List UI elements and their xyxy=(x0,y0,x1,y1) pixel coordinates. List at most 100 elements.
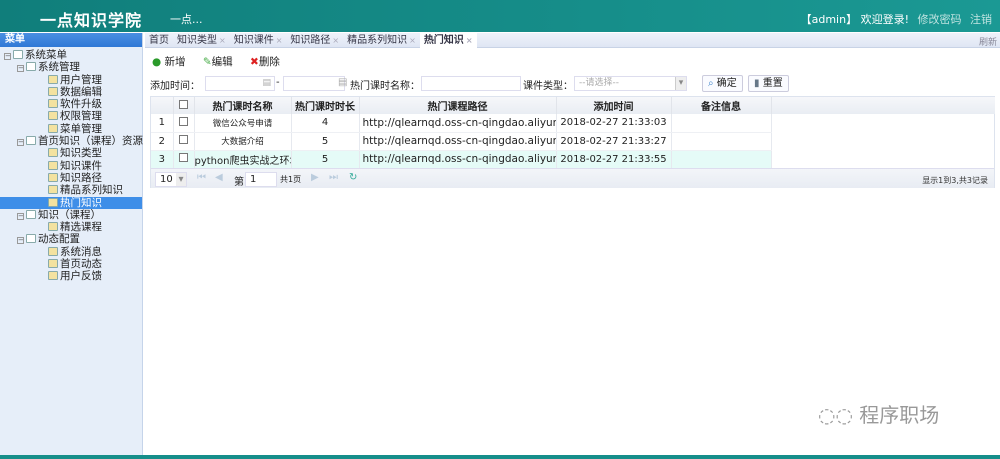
tab[interactable]: 精品系列知识 × xyxy=(343,33,420,48)
end-date-input[interactable] xyxy=(283,76,345,91)
folder-icon xyxy=(26,234,36,244)
row-checkbox xyxy=(173,114,195,133)
row-number: 1 xyxy=(151,114,174,133)
collapse-icon[interactable]: − xyxy=(17,237,24,245)
logout-link[interactable]: 注销 xyxy=(970,13,992,26)
sidebar-item[interactable]: − 系统管理 xyxy=(0,61,142,73)
collapse-icon[interactable]: − xyxy=(4,53,11,60)
sidebar-item[interactable]: 系统消息 xyxy=(0,246,142,258)
sidebar: 菜单 − 系统菜单 − 系统管理 用户管理 数据编辑 软件升级 权限管理 菜单管理 − 首页知识（课… xyxy=(0,33,143,455)
edit-label: 编辑 xyxy=(211,56,233,68)
col-name[interactable]: 热门课时名称 xyxy=(194,97,292,114)
sidebar-item-label: 知识（课程） xyxy=(38,208,101,221)
sidebar-item-label: 首页知识（课程）资源 xyxy=(38,135,143,148)
reset-button[interactable]: ▮ 重置 xyxy=(748,75,789,92)
checkbox[interactable] xyxy=(179,135,188,144)
app-header: 一点知识学院 一点... 【admin】 欢迎登录! 修改密码 注销 xyxy=(0,0,1000,32)
sidebar-item[interactable]: 用户管理 xyxy=(0,74,142,86)
welcome-text: 欢迎登录! xyxy=(860,13,909,26)
page-icon xyxy=(48,259,58,269)
change-password-link[interactable]: 修改密码 xyxy=(918,13,962,26)
watermark: ◌◌ 程序职场 xyxy=(818,399,939,428)
sidebar-item[interactable]: − 知识（课程） xyxy=(0,209,142,221)
collapse-icon[interactable]: − xyxy=(17,139,24,147)
next-page-icon[interactable]: ▶ xyxy=(311,172,319,183)
sidebar-item[interactable]: 权限管理 xyxy=(0,110,142,122)
close-icon[interactable]: × xyxy=(276,36,283,45)
confirm-button[interactable]: ⌕ 确定 xyxy=(702,75,743,92)
close-icon[interactable]: × xyxy=(332,36,339,45)
sidebar-item[interactable]: 首页动态 xyxy=(0,258,142,270)
sidebar-item[interactable]: 知识课件 xyxy=(0,160,142,172)
sidebar-item-label: 知识类型 xyxy=(60,147,102,160)
page-input[interactable]: 1 xyxy=(245,172,277,187)
sidebar-item-label: 数据编辑 xyxy=(60,85,102,98)
checkbox[interactable] xyxy=(179,153,188,162)
refresh-link[interactable]: 刷新 xyxy=(979,35,997,48)
page-icon xyxy=(48,99,58,109)
cell-duration: 5 xyxy=(291,150,360,169)
col-duration[interactable]: 热门课时时长 xyxy=(291,97,360,114)
sidebar-item[interactable]: 菜单管理 xyxy=(0,123,142,135)
tab[interactable]: 首页 xyxy=(145,33,173,48)
cell-time: 2018-02-27 21:33:55 xyxy=(556,150,672,169)
tab[interactable]: 知识课件 × xyxy=(230,33,287,48)
last-page-icon[interactable]: ⏭ xyxy=(329,172,338,183)
select-all-checkbox[interactable] xyxy=(179,99,188,109)
tab-bar: 首页 知识类型 × 知识课件 × 知识路径 × 精品系列知识 × 热门知识 × 刷新 xyxy=(145,33,1000,48)
cell-time: 2018-02-27 21:33:27 xyxy=(556,132,672,151)
tab-label: 首页 xyxy=(149,35,169,46)
page-size-select[interactable]: 10 ▾ xyxy=(155,172,187,187)
tab[interactable]: 知识类型 × xyxy=(173,33,230,48)
first-page-icon[interactable]: ⏮ xyxy=(197,172,206,183)
close-icon[interactable]: × xyxy=(466,36,473,45)
col-path[interactable]: 热门课程路径 xyxy=(359,97,557,114)
table-row[interactable]: 1 微信公众号申请 4 http://qlearnqd.oss-cn-qingdao.… xyxy=(151,114,772,133)
sidebar-item-label: 菜单管理 xyxy=(60,122,102,135)
sidebar-item[interactable]: − 动态配置 xyxy=(0,233,142,245)
tab[interactable]: 热门知识 × xyxy=(419,33,477,48)
sidebar-item[interactable]: 知识类型 xyxy=(0,147,142,159)
sidebar-item[interactable]: 软件升级 xyxy=(0,98,142,110)
sidebar-item[interactable]: 精品系列知识 xyxy=(0,184,142,196)
page-icon xyxy=(48,222,58,232)
checkbox[interactable] xyxy=(179,116,188,126)
table-row[interactable]: 3 python爬虫实战之环境 5 http://qlearnqd.oss-cn-qi… xyxy=(151,150,772,169)
sidebar-item-label: 精选课程 xyxy=(60,221,102,234)
tab[interactable]: 知识路径 × xyxy=(286,33,343,48)
type-select[interactable]: --请选择-- ▾ xyxy=(574,76,687,91)
prev-page-icon[interactable]: ◀ xyxy=(215,172,223,183)
collapse-icon[interactable]: − xyxy=(17,212,24,220)
collapse-icon[interactable]: − xyxy=(17,65,24,73)
cell-note xyxy=(671,150,772,169)
edit-button[interactable]: ✎编辑 xyxy=(203,56,233,68)
sidebar-item[interactable]: 热门知识 xyxy=(0,196,142,209)
bottom-bar xyxy=(0,455,1000,459)
close-icon[interactable]: × xyxy=(219,36,226,45)
sidebar-item[interactable]: 知识路径 xyxy=(0,172,142,184)
header-fill xyxy=(771,97,995,114)
sidebar-item-label: 系统菜单 xyxy=(25,49,67,61)
delete-button[interactable]: ✖删除 xyxy=(250,56,280,68)
sidebar-item[interactable]: − 首页知识（课程）资源 xyxy=(0,135,143,148)
start-date-input[interactable]: ▤ xyxy=(205,76,275,91)
page-icon xyxy=(48,271,58,281)
name-input[interactable] xyxy=(421,76,521,91)
cell-name: 微信公众号申请 xyxy=(194,114,292,133)
sidebar-item[interactable]: 精选课程 xyxy=(0,221,142,233)
tab-label: 知识路径 xyxy=(290,35,331,46)
cell-duration: 5 xyxy=(291,132,360,151)
col-note[interactable]: 备注信息 xyxy=(671,97,772,114)
col-time[interactable]: 添加时间 xyxy=(556,97,672,114)
sidebar-item[interactable]: 数据编辑 xyxy=(0,86,142,98)
trash-icon: ▮ xyxy=(754,78,760,89)
type-placeholder: --请选择-- xyxy=(579,78,619,88)
add-button[interactable]: ● 新增 xyxy=(152,56,186,68)
sidebar-item[interactable]: − 系统菜单 xyxy=(0,49,142,61)
close-icon[interactable]: × xyxy=(409,36,416,45)
sidebar-item-label: 精品系列知识 xyxy=(60,184,123,197)
sidebar-item[interactable]: 用户反馈 xyxy=(0,270,142,282)
add-time-label: 添加时间： xyxy=(150,81,200,92)
table-row[interactable]: 2 大数据介绍 5 http://qlearnqd.oss-cn-qingdao.al… xyxy=(151,132,772,151)
refresh-icon[interactable]: ↻ xyxy=(349,172,357,183)
